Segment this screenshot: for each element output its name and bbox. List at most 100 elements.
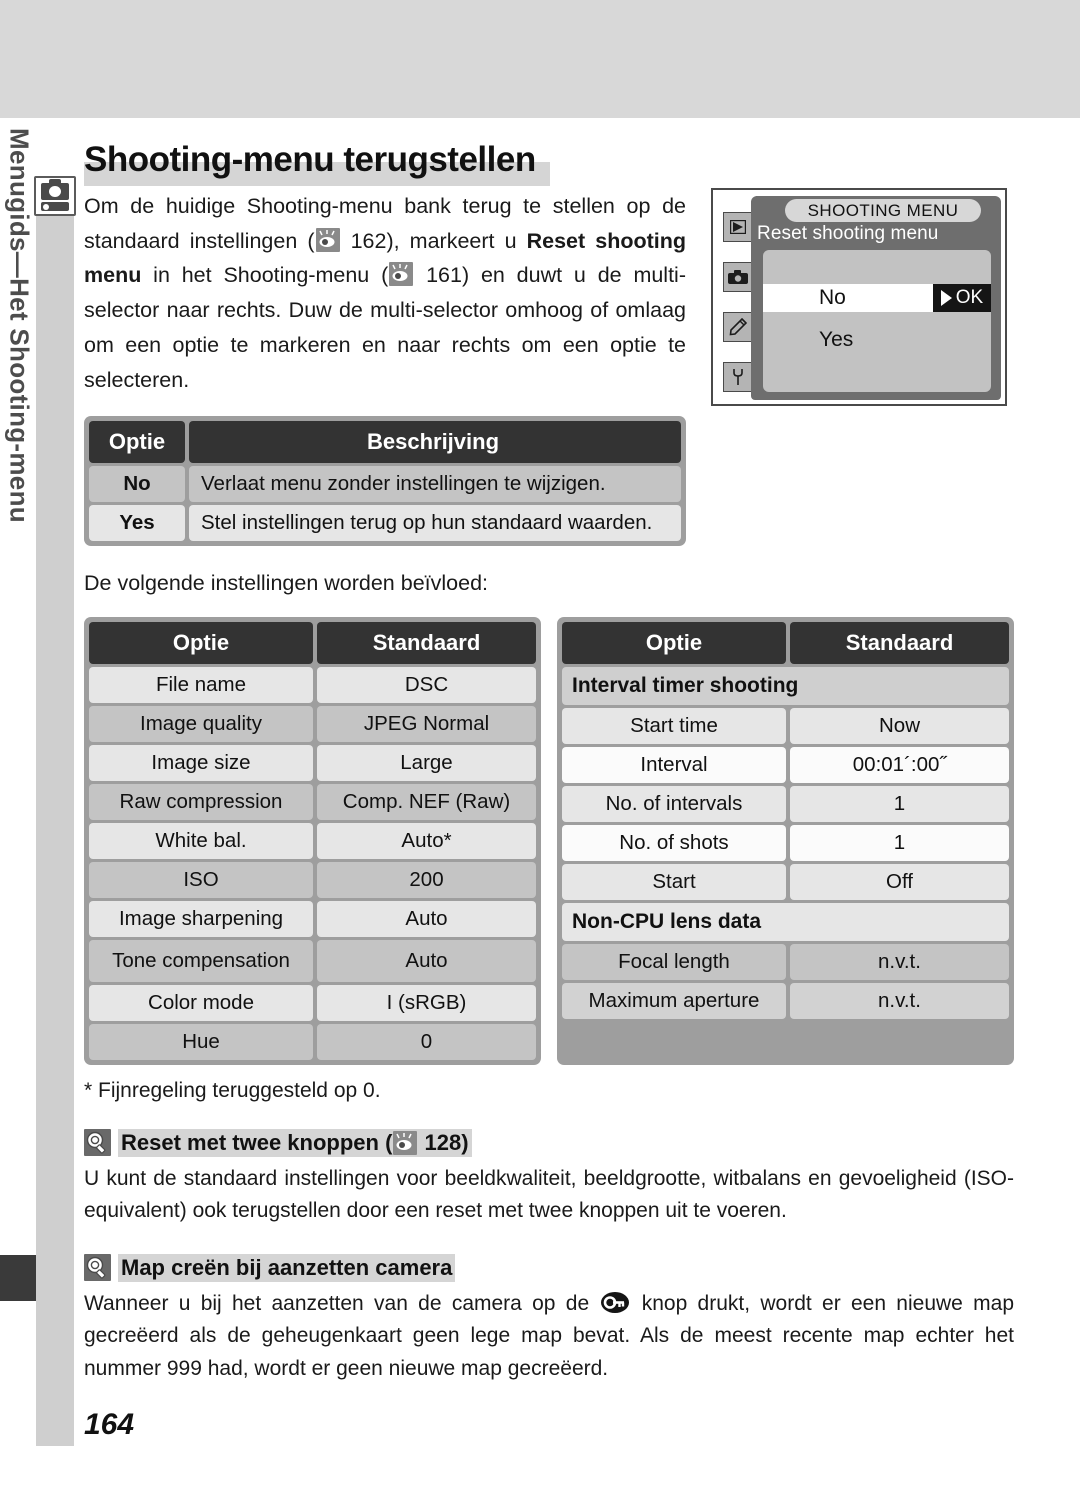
table-row: No Verlaat menu zonder instellingen te w… bbox=[89, 465, 681, 502]
tip-heading-folder: Map creën bij aanzetten camera bbox=[84, 1253, 1020, 1282]
group-title-interval-timer: Interval timer shooting bbox=[562, 666, 1009, 705]
cell-default: DSC bbox=[317, 666, 536, 703]
cell-option: Image sharpening bbox=[89, 900, 313, 937]
page-reference-icon bbox=[389, 262, 414, 287]
page-reference-icon bbox=[393, 1130, 418, 1155]
lead-in-text: De volgende instellingen worden beïvloed… bbox=[84, 570, 488, 595]
magnifier-tip-icon bbox=[84, 1254, 111, 1282]
magnifier-tip-icon bbox=[84, 1129, 111, 1157]
table-row: Maximum aperture n.v.t. bbox=[562, 982, 1009, 1019]
chapter-rail bbox=[36, 196, 74, 1446]
cell-default: 00:01´:00˝ bbox=[790, 746, 1009, 783]
table-row: Interval 00:01´:00˝ bbox=[562, 746, 1009, 783]
cell-option: ISO bbox=[89, 861, 313, 898]
cell-default: I (sRGB) bbox=[317, 984, 536, 1021]
cell-option: White bal. bbox=[89, 822, 313, 859]
footnote-text: * Fijnregeling teruggesteld op 0. bbox=[84, 1078, 381, 1102]
cell-default: JPEG Normal bbox=[317, 705, 536, 742]
tip2-text-1: Wanneer u bij het aanzetten van de camer… bbox=[84, 1291, 600, 1315]
table-row: Raw compression Comp. NEF (Raw) bbox=[89, 783, 536, 820]
chapter-tab-marker bbox=[0, 1255, 36, 1301]
cell-option: Yes bbox=[89, 504, 185, 541]
tip-title-end: ) bbox=[461, 1129, 469, 1155]
cell-default: 200 bbox=[317, 861, 536, 898]
chapter-title-vertical: Menugids—Het Shooting-menu bbox=[4, 128, 35, 523]
intro-ref-1: 162 bbox=[350, 228, 387, 253]
cell-option: Color mode bbox=[89, 984, 313, 1021]
tip-title-text: Reset met twee knoppen ( bbox=[121, 1129, 393, 1155]
page-top-band bbox=[0, 0, 1080, 118]
table-row: Yes Stel instellingen terug op hun stand… bbox=[89, 504, 681, 541]
tip-body-folder: Wanneer u bij het aanzetten van de camer… bbox=[84, 1288, 1014, 1386]
cell-option: Tone compensation bbox=[89, 939, 313, 982]
column-header-standaard: Standaard bbox=[317, 621, 536, 664]
cell-option: Image quality bbox=[89, 705, 313, 742]
tip-ref-page: 128 bbox=[424, 1129, 462, 1155]
cell-option: Start bbox=[562, 863, 786, 900]
defaults-tables: Optie Standaard File name DSC Image qual… bbox=[84, 616, 1020, 1065]
table-row: Start Off bbox=[562, 863, 1009, 900]
intro-text-3: in het Shooting-menu ( bbox=[141, 263, 389, 288]
cell-option: No. of intervals bbox=[562, 785, 786, 822]
cell-option: Raw compression bbox=[89, 783, 313, 820]
cell-description: Verlaat menu zonder instellingen te wijz… bbox=[189, 465, 681, 502]
table-row: No. of shots 1 bbox=[562, 824, 1009, 861]
cell-default: n.v.t. bbox=[790, 943, 1009, 980]
tip-title-reset: Reset met twee knoppen ( 128) bbox=[118, 1128, 472, 1157]
intro-ref-2: 161 bbox=[426, 263, 462, 288]
table-row: White bal. Auto* bbox=[89, 822, 536, 859]
table-header-row: Optie Standaard bbox=[562, 621, 1009, 664]
table-row: Image quality JPEG Normal bbox=[89, 705, 536, 742]
table-row: File name DSC bbox=[89, 666, 536, 703]
intro-text-2: ), markeert u bbox=[386, 228, 527, 253]
tip-heading-reset: Reset met twee knoppen ( 128) bbox=[84, 1128, 1020, 1157]
cell-option: Focal length bbox=[562, 943, 786, 980]
left-defaults-table: Optie Standaard File name DSC Image qual… bbox=[84, 616, 541, 1065]
column-header-optie: Optie bbox=[89, 621, 313, 664]
cell-description: Stel instellingen terug op hun standaard… bbox=[189, 504, 681, 541]
camera-icon bbox=[34, 176, 76, 216]
group-header-row: Interval timer shooting bbox=[562, 666, 1009, 705]
cell-default: 1 bbox=[790, 785, 1009, 822]
cell-default: Now bbox=[790, 707, 1009, 744]
cell-option: No bbox=[89, 465, 185, 502]
column-header-beschrijving: Beschrijving bbox=[189, 420, 681, 463]
table-row: Focal length n.v.t. bbox=[562, 943, 1009, 980]
table-row: Image size Large bbox=[89, 744, 536, 781]
column-header-standaard: Standaard bbox=[790, 621, 1009, 664]
cell-option: Interval bbox=[562, 746, 786, 783]
cell-default: Auto* bbox=[317, 822, 536, 859]
cell-default: Comp. NEF (Raw) bbox=[317, 783, 536, 820]
cell-default: n.v.t. bbox=[790, 982, 1009, 1019]
cell-default: Auto bbox=[317, 939, 536, 982]
table-header-row: Optie Standaard bbox=[89, 621, 536, 664]
cell-option: No. of shots bbox=[562, 824, 786, 861]
key-button-icon bbox=[601, 1291, 630, 1313]
group-title-non-cpu-lens: Non-CPU lens data bbox=[562, 902, 1009, 941]
cell-option: Maximum aperture bbox=[562, 982, 786, 1019]
table-row: ISO 200 bbox=[89, 861, 536, 898]
table-row: Color mode I (sRGB) bbox=[89, 984, 536, 1021]
column-header-optie: Optie bbox=[89, 420, 185, 463]
table-row: Hue 0 bbox=[89, 1023, 536, 1060]
description-table: Optie Beschrijving No Verlaat menu zonde… bbox=[84, 415, 686, 546]
page-reference-icon bbox=[315, 227, 340, 252]
table-header-row: Optie Beschrijving bbox=[89, 420, 681, 463]
intro-paragraph: Om de huidige Shooting-menu bank terug t… bbox=[84, 189, 686, 398]
right-defaults-table: Optie Standaard Interval timer shooting … bbox=[557, 616, 1014, 1065]
cell-default: 0 bbox=[317, 1023, 536, 1060]
table-row: Image sharpening Auto bbox=[89, 900, 536, 937]
cell-default: Large bbox=[317, 744, 536, 781]
cell-option: Hue bbox=[89, 1023, 313, 1060]
cell-option: Image size bbox=[89, 744, 313, 781]
cell-option: File name bbox=[89, 666, 313, 703]
page-title-wrap: Shooting-menu terugstellen bbox=[84, 118, 1020, 189]
column-header-optie: Optie bbox=[562, 621, 786, 664]
tip-title-folder: Map creën bij aanzetten camera bbox=[118, 1253, 456, 1282]
tip-body-reset: U kunt de standaard instellingen voor be… bbox=[84, 1166, 1014, 1223]
group-header-row: Non-CPU lens data bbox=[562, 902, 1009, 941]
cell-option: Start time bbox=[562, 707, 786, 744]
table-row: No. of intervals 1 bbox=[562, 785, 1009, 822]
page-title: Shooting-menu terugstellen bbox=[84, 140, 536, 179]
cell-default: Off bbox=[790, 863, 1009, 900]
